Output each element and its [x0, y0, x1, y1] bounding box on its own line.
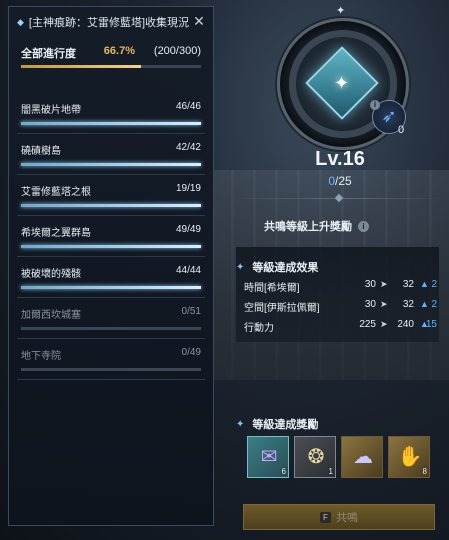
region-item[interactable]: 艾雷修藍塔之根 19/19	[17, 175, 205, 216]
region-item[interactable]: 磽磧樹島 42/42	[17, 134, 205, 175]
resonance-level: Lv.16	[315, 148, 365, 170]
sparkle-icon: ◆	[17, 16, 24, 27]
effect-row: 時間[希埃爾] 30 ➤ 32 ▲ 2	[244, 279, 439, 297]
effect-diff: 2	[431, 299, 437, 310]
reward-qty: 8	[422, 467, 427, 476]
region-count: 0/49	[181, 347, 201, 358]
region-progress-bar	[21, 245, 201, 248]
region-progress-bar	[21, 327, 201, 330]
arrow-right-icon: ➤	[380, 299, 388, 309]
region-list: 闇黑破片地帶 46/46 磽磧樹島 42/42 艾雷修藍塔之根 19/19 希埃…	[17, 93, 205, 380]
star-icon: ✦	[336, 5, 346, 17]
divider	[232, 193, 449, 203]
info-icon[interactable]: i	[370, 100, 380, 110]
region-item[interactable]: 闇黑破片地帶 46/46	[17, 93, 205, 134]
reward-qty: 6	[281, 467, 286, 476]
overall-count: (200/300)	[153, 45, 201, 57]
reward-qty: 1	[328, 467, 333, 476]
cloth-icon: ☁	[353, 446, 373, 468]
effect-to: 240	[397, 319, 414, 330]
reward-slot[interactable]: ✋ 8	[388, 436, 430, 478]
reward-slots: ✉ 6 ❂ 1 ☁ ✋ 8	[247, 436, 430, 478]
region-progress-fill	[21, 286, 201, 289]
region-name: 地下寺院	[21, 351, 61, 362]
region-progress-fill	[21, 245, 201, 248]
reward-slot[interactable]: ✉ 6	[247, 436, 289, 478]
region-name: 被破壞的殘骸	[21, 269, 81, 280]
resonance-progress: 0/25	[290, 174, 390, 188]
region-item[interactable]: 希埃爾之翼群島 49/49	[17, 216, 205, 257]
region-progress-bar	[21, 163, 201, 166]
resonance-current: 0	[328, 174, 335, 188]
reward-info-icon[interactable]: i	[358, 221, 369, 232]
region-count: 46/46	[175, 101, 201, 112]
region-name: 希埃爾之翼群島	[21, 228, 91, 239]
region-count: 0/51	[181, 306, 201, 317]
region-name: 闇黑破片地帶	[21, 105, 81, 116]
effect-name: 時間[希埃爾]	[244, 283, 300, 294]
effect-to: 32	[402, 279, 414, 290]
region-progress-fill	[21, 163, 201, 166]
collection-panel: ◆ [主神痕跡：艾雷修藍塔]收集現況 ✕ 全部進行度 66.7% (200/30…	[8, 6, 214, 526]
region-count: 44/44	[175, 265, 201, 276]
effect-from: 225	[359, 319, 376, 330]
region-progress-fill	[21, 204, 201, 207]
reward-slot[interactable]: ❂ 1	[294, 436, 336, 478]
resonance-reward-title: 共鳴等級上升獎勵 i	[264, 218, 369, 234]
overall-label: 全部進行度	[21, 48, 76, 60]
resonance-total: /25	[335, 174, 352, 188]
region-name: 艾雷修藍塔之根	[21, 187, 91, 198]
region-progress-fill	[21, 122, 201, 125]
effect-from: 30	[364, 279, 376, 290]
panel-title: [主神痕跡：艾雷修藍塔]收集現況	[28, 17, 190, 29]
emblem-star-icon: ✦	[334, 73, 350, 93]
region-progress-bar	[21, 368, 201, 371]
region-item[interactable]: 地下寺院 0/49	[17, 339, 205, 380]
effect-row: 行動力 225 ➤ 240 ▲ 15	[244, 319, 439, 337]
resonance-reward-label: 共鳴等級上升獎勵	[264, 221, 352, 233]
effect-to: 32	[402, 299, 414, 310]
arrow-right-icon: ➤	[380, 279, 388, 289]
close-icon[interactable]: ✕	[193, 14, 205, 28]
overall-progress: 全部進行度 66.7% (200/300)	[17, 41, 205, 73]
sparkle-icon: ✦	[236, 418, 245, 430]
overall-progress-bar	[21, 65, 201, 68]
region-progress-bar	[21, 122, 201, 125]
rewards-title: 等級達成獎勵	[252, 419, 319, 431]
arrow-right-icon: ➤	[380, 319, 388, 329]
level-effects-panel: ✦ 等級達成效果 時間[希埃爾] 30 ➤ 32 ▲ 2 空間[伊斯拉佩爾] 30…	[236, 247, 439, 342]
effects-title: 等級達成效果	[252, 262, 319, 274]
key-hint-f: F	[320, 511, 331, 523]
sparkle-icon: ✦	[236, 261, 245, 273]
effect-diff: 2	[431, 279, 437, 290]
effect-diff: 15	[425, 319, 437, 330]
reward-slot[interactable]: ☁	[341, 436, 383, 478]
feather-count: 0	[398, 124, 405, 136]
overall-progress-fill	[21, 65, 142, 68]
region-count: 19/19	[175, 183, 201, 194]
region-item[interactable]: 被破壞的殘骸 44/44	[17, 257, 205, 298]
effect-row: 空間[伊斯拉佩爾] 30 ➤ 32 ▲ 2	[244, 299, 439, 317]
region-progress-bar	[21, 204, 201, 207]
gauntlet-icon: ✋	[397, 446, 423, 468]
overall-percent: 66.7%	[103, 45, 135, 57]
effect-name: 空間[伊斯拉佩爾]	[244, 303, 320, 314]
region-count: 49/49	[175, 224, 201, 235]
region-name: 磽磧樹島	[21, 146, 61, 157]
effect-from: 30	[364, 299, 376, 310]
scroll-icon: ✉	[260, 446, 278, 468]
region-count: 42/42	[175, 142, 201, 153]
effect-name: 行動力	[244, 323, 274, 334]
coin-pouch-icon: ❂	[307, 446, 325, 468]
effects-heading: ✦ 等級達成效果	[236, 259, 318, 275]
region-item[interactable]: 加爾西坎城塞 0/51	[17, 298, 205, 339]
rewards-heading: ✦ 等級達成獎勵	[236, 416, 318, 432]
resonate-button[interactable]: F 共鳴	[243, 504, 435, 530]
panel-header: ◆ [主神痕跡：艾雷修藍塔]收集現況 ✕	[9, 7, 213, 37]
region-progress-bar	[21, 286, 201, 289]
region-name: 加爾西坎城塞	[21, 310, 81, 321]
resonate-label: 共鳴	[336, 512, 358, 524]
